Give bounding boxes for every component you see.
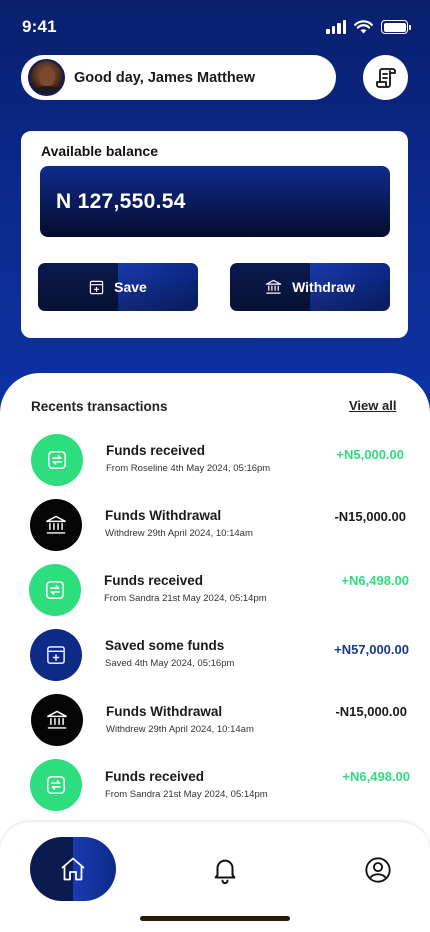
home-icon [61,857,85,881]
save-button[interactable]: Save [38,263,198,311]
balance-label: Available balance [41,143,158,159]
nav-home[interactable] [30,837,116,901]
transaction-subtitle: Withdrew 29th April 2024, 10:14am [106,724,254,735]
transaction-amount: -N15,000.00 [334,509,406,524]
transaction-row[interactable]: Funds Withdrawal Withdrew 29th April 202… [0,499,430,555]
home-indicator [140,916,290,921]
transaction-row[interactable]: Funds received From Roseline 4th May 202… [0,434,430,490]
transaction-title: Funds received [105,769,205,784]
wifi-icon [354,20,373,34]
profile-icon[interactable] [364,856,392,884]
save-label: Save [114,279,147,295]
transaction-title: Funds Withdrawal [105,508,222,523]
bank-icon [30,499,82,551]
transaction-subtitle: Withdrew 29th April 2024, 10:14am [105,528,253,539]
transfer-icon [31,434,83,486]
view-all-link[interactable]: View all [349,398,396,413]
avatar[interactable] [28,59,65,96]
balance-amount: N 127,550.54 [56,189,186,213]
balance-card: Available balance N 127,550.54 Save With… [21,131,408,338]
bell-icon[interactable] [210,855,240,885]
transaction-subtitle: From Sandra 21st May 2024, 05:14pm [105,789,268,800]
transaction-row[interactable]: Funds Withdrawal Withdrew 29th April 202… [0,694,430,750]
transaction-amount: +N6,498.00 [342,769,410,784]
transactions-title: Recents transactions [31,399,168,414]
status-bar: 9:41 [0,0,430,56]
receipt-button[interactable] [363,55,408,100]
transaction-subtitle: From Sandra 21st May 2024, 05:14pm [104,593,267,604]
transaction-row[interactable]: Funds received From Sandra 21st May 2024… [0,759,430,815]
withdraw-button[interactable]: Withdraw [230,263,390,311]
balance-box: N 127,550.54 [40,166,390,237]
transaction-subtitle: Saved 4th May 2024, 05:16pm [105,658,235,669]
transaction-amount: +N57,000.00 [334,642,409,657]
transaction-title: Saved some funds [105,638,225,653]
withdraw-label: Withdraw [292,279,355,295]
signal-icon [326,20,346,34]
transaction-amount: +N6,498.00 [341,573,409,588]
save-icon [30,629,82,681]
transaction-title: Funds received [106,443,206,458]
transaction-title: Funds received [104,573,204,588]
status-time: 9:41 [22,17,57,36]
transaction-title: Funds Withdrawal [106,704,223,719]
bank-icon [31,694,83,746]
bottom-nav [0,822,430,932]
transaction-row[interactable]: Saved some funds Saved 4th May 2024, 05:… [0,629,430,685]
transaction-amount: +N5,000.00 [336,447,404,462]
battery-icon [381,20,411,34]
transaction-subtitle: From Roseline 4th May 2024, 05:16pm [106,463,271,474]
receipt-icon [375,67,396,88]
transaction-amount: -N15,000.00 [335,704,407,719]
transaction-row[interactable]: Funds received From Sandra 21st May 2024… [0,564,430,620]
transfer-icon [29,564,81,616]
bank-icon [265,279,282,294]
greeting-pill[interactable]: Good day, James Matthew [21,55,336,100]
status-icons [326,20,411,34]
save-icon [89,280,104,294]
greeting-text: Good day, James Matthew [74,69,256,86]
transfer-icon [30,759,82,811]
